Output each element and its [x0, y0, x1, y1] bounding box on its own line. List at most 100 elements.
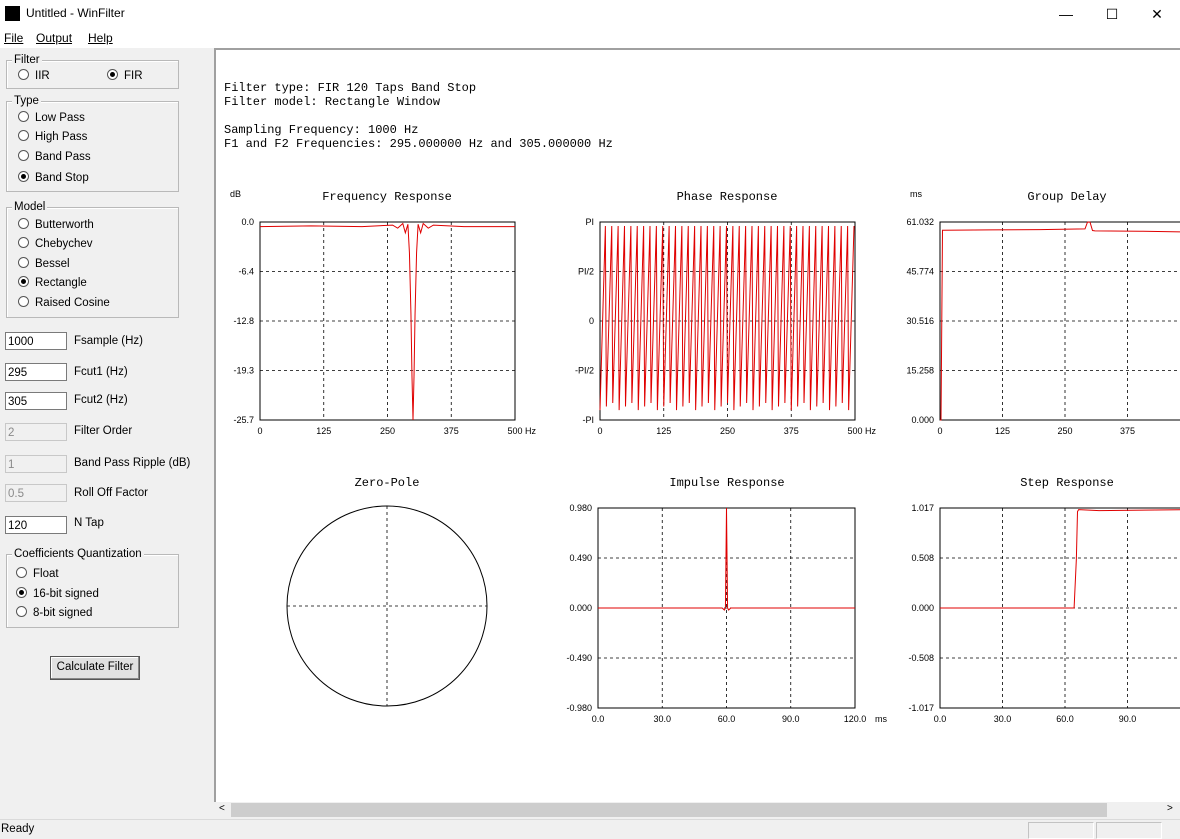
ntap-label: N Tap	[74, 517, 104, 529]
radio-low-pass-label: Low Pass	[35, 112, 85, 124]
step-response-ytick: -0.508	[908, 653, 934, 663]
close-button[interactable]: ✕	[1134, 0, 1180, 28]
minimize-button[interactable]: —	[1043, 0, 1089, 28]
fcut2-label: Fcut2 (Hz)	[74, 394, 128, 406]
radio-dot-float[interactable]	[16, 567, 27, 578]
radio-dot-fir[interactable]	[107, 69, 118, 80]
radio-iir[interactable]: IIR	[18, 69, 50, 82]
step-response-xtick: 0.0	[934, 714, 947, 724]
fcut2-input[interactable]: 305	[5, 392, 67, 410]
radio-dot-rectangle[interactable]	[18, 276, 29, 287]
radio-raised-cosine-label: Raised Cosine	[35, 297, 110, 309]
filter-group-title: Filter	[12, 54, 42, 66]
scrollbar-thumb[interactable]	[231, 803, 1107, 817]
impulse-response-xlabel: ms	[875, 714, 887, 724]
radio-8bit[interactable]: 8-bit signed	[16, 606, 92, 619]
ripple-input[interactable]: 1	[5, 455, 67, 473]
step-response-xtick: 90.0	[1119, 714, 1137, 724]
radio-dot-band-stop[interactable]	[18, 171, 29, 182]
window-title: Untitled - WinFilter	[26, 6, 125, 20]
fcut1-input[interactable]: 295	[5, 363, 67, 381]
calculate-filter-button[interactable]: Calculate Filter	[50, 656, 140, 680]
step-response-xtick: 30.0	[994, 714, 1012, 724]
phase-response-xtick: 375	[784, 426, 799, 436]
impulse-response-ytick: 0.980	[569, 503, 592, 513]
radio-bessel[interactable]: Bessel	[18, 257, 70, 270]
step-response-title: Step Response	[1020, 476, 1114, 490]
phase-response-ytick: PI	[585, 217, 594, 227]
frequency-response-ytick: -19.3	[233, 366, 254, 376]
step-response-ytick: 0.000	[911, 603, 934, 613]
impulse-response-ytick: -0.980	[566, 703, 592, 713]
group-delay-ytick: 30.516	[906, 316, 934, 326]
radio-band-pass[interactable]: Band Pass	[18, 150, 91, 163]
app-icon[interactable]	[5, 6, 20, 21]
radio-high-pass-label: High Pass	[35, 131, 88, 143]
radio-dot-chebychev[interactable]	[18, 237, 29, 248]
frequency-response-xlabel: Hz	[525, 426, 536, 436]
radio-fir[interactable]: FIR	[107, 69, 143, 82]
zero-pole-title: Zero-Pole	[355, 476, 420, 490]
radio-high-pass[interactable]: High Pass	[18, 130, 87, 143]
radio-raised-cosine[interactable]: Raised Cosine	[18, 296, 110, 309]
phase-response-ytick: PI/2	[578, 267, 594, 277]
rolloff-input[interactable]: 0.5	[5, 484, 67, 502]
scroll-right-icon[interactable]: >	[1167, 803, 1173, 814]
phase-response-title: Phase Response	[677, 190, 778, 204]
impulse-response-ytick: 0.490	[569, 553, 592, 563]
impulse-response-xtick: 90.0	[782, 714, 800, 724]
radio-band-stop-label: Band Stop	[35, 172, 89, 184]
frequency-response-xtick: 250	[380, 426, 395, 436]
frequency-response-ytick: -12.8	[233, 316, 254, 326]
radio-dot-bessel[interactable]	[18, 257, 29, 268]
radio-dot-8bit[interactable]	[16, 606, 27, 617]
radio-rectangle[interactable]: Rectangle	[18, 276, 87, 289]
filter-order-label: Filter Order	[74, 425, 133, 437]
maximize-button[interactable]: ☐	[1089, 0, 1135, 28]
radio-dot-raised-cosine[interactable]	[18, 296, 29, 307]
radio-butterworth[interactable]: Butterworth	[18, 218, 94, 231]
rolloff-label: Roll Off Factor	[74, 487, 148, 499]
menu-file[interactable]: File	[4, 31, 23, 45]
step-response-xtick: 60.0	[1056, 714, 1074, 724]
fcut1-label: Fcut1 (Hz)	[74, 366, 128, 378]
status-pane-1	[1028, 822, 1094, 839]
radio-float[interactable]: Float	[16, 567, 59, 580]
radio-16bit[interactable]: 16-bit signed	[16, 587, 99, 600]
fsample-input[interactable]: 1000	[5, 332, 67, 350]
output-view: Filter type: FIR 120 Taps Band Stop Filt…	[214, 48, 1180, 802]
menu-help[interactable]: Help	[88, 31, 113, 45]
impulse-response-ytick: 0.000	[569, 603, 592, 613]
radio-dot-low-pass[interactable]	[18, 111, 29, 122]
phase-response-xtick: 0	[597, 426, 602, 436]
group-delay-ytick: 0.000	[911, 415, 934, 425]
menu-output[interactable]: Output	[36, 31, 72, 45]
radio-dot-butterworth[interactable]	[18, 218, 29, 229]
ntap-input[interactable]: 120	[5, 516, 67, 534]
frequency-response-ytick: -6.4	[238, 267, 254, 277]
radio-dot-band-pass[interactable]	[18, 150, 29, 161]
radio-dot-iir[interactable]	[18, 69, 29, 80]
radio-dot-high-pass[interactable]	[18, 130, 29, 141]
group-delay-ylabel: ms	[910, 189, 922, 199]
radio-float-label: Float	[33, 568, 59, 580]
filter-order-input[interactable]: 2	[5, 423, 67, 441]
radio-iir-label: IIR	[35, 70, 50, 82]
quantization-group-title: Coefficients Quantization	[12, 548, 144, 560]
radio-band-pass-label: Band Pass	[35, 151, 91, 163]
phase-response-series-line	[599, 225, 855, 411]
group-delay-ytick: 61.032	[906, 217, 934, 227]
radio-chebychev-label: Chebychev	[35, 238, 93, 250]
radio-fir-label: FIR	[124, 70, 143, 82]
impulse-response-xtick: 0.0	[592, 714, 605, 724]
radio-low-pass[interactable]: Low Pass	[18, 111, 85, 124]
scroll-left-icon[interactable]: <	[219, 803, 225, 814]
radio-dot-16bit[interactable]	[16, 587, 27, 598]
status-text: Ready	[1, 823, 35, 835]
status-bar	[0, 819, 1180, 838]
radio-band-stop[interactable]: Band Stop	[18, 171, 89, 184]
frequency-response-xtick: 500	[507, 426, 522, 436]
group-delay-title: Group Delay	[1027, 190, 1106, 204]
ripple-label: Band Pass Ripple (dB)	[74, 457, 191, 469]
radio-chebychev[interactable]: Chebychev	[18, 237, 93, 250]
